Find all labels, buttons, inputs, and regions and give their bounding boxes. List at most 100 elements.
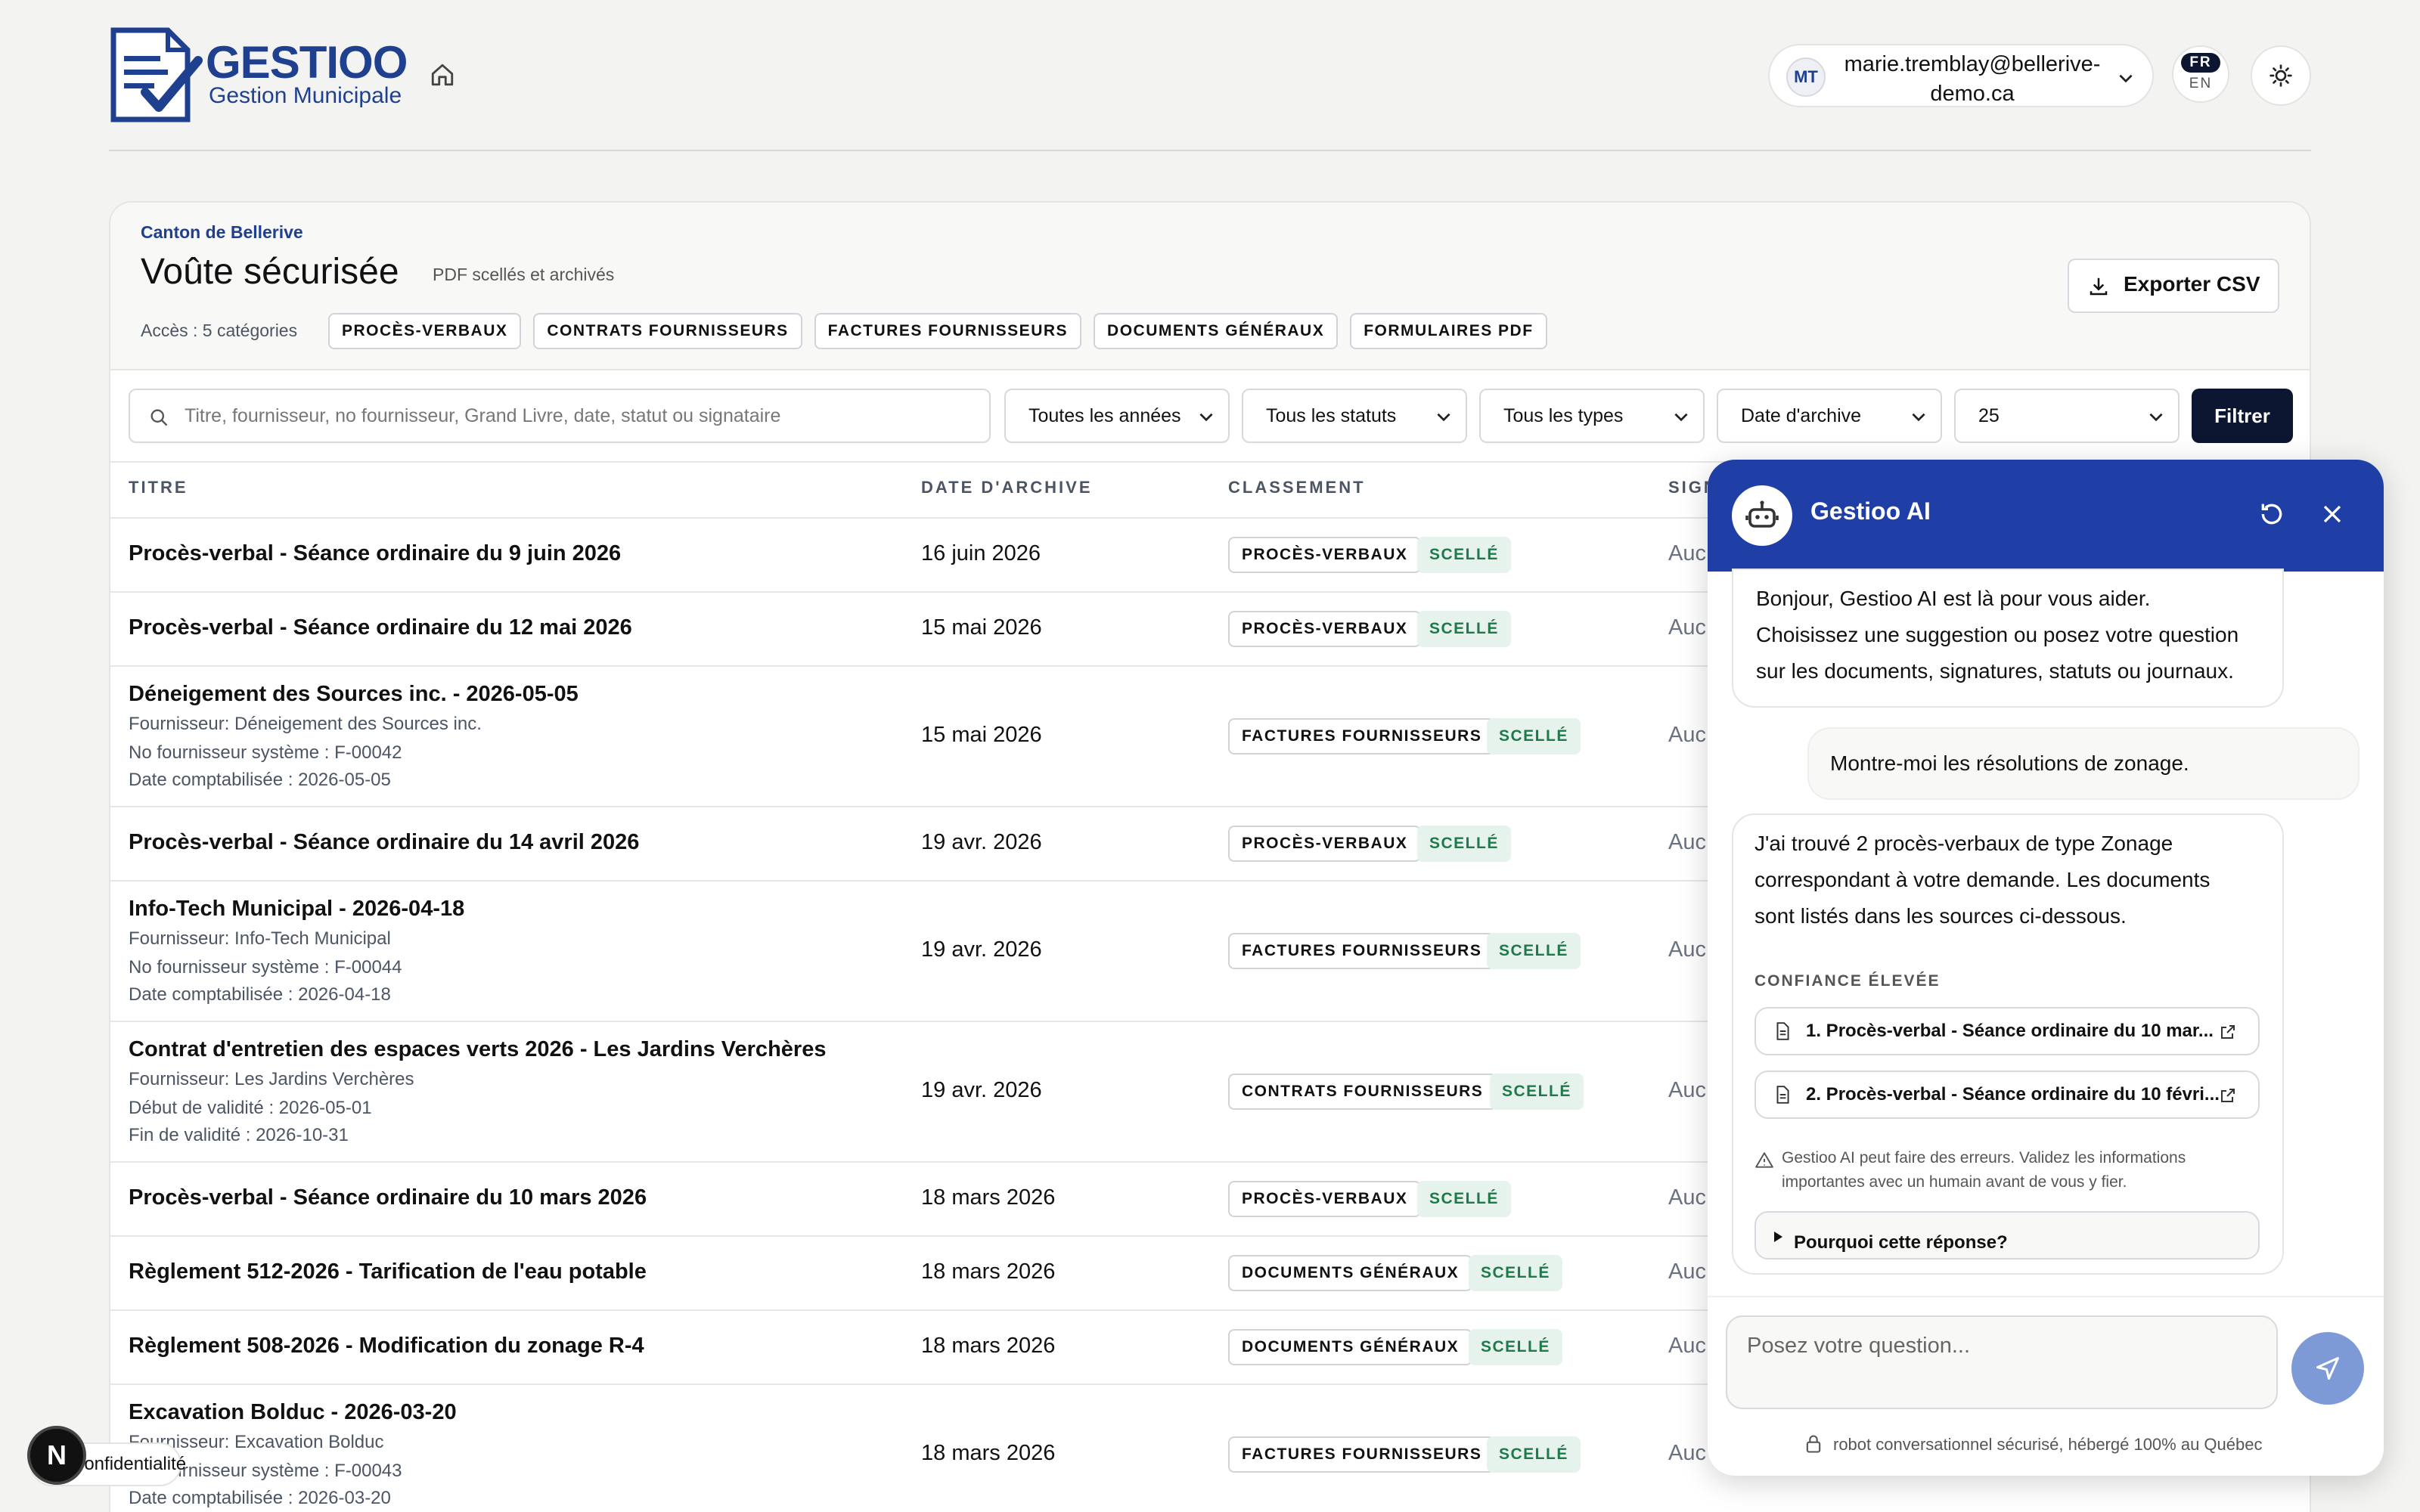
page-subtitle: PDF scellés et archivés — [433, 265, 615, 284]
external-link-icon — [2221, 1089, 2235, 1102]
org-name: Canton de Bellerive — [141, 222, 303, 242]
class-tag: DOCUMENTS GÉNÉRAUX — [1228, 1329, 1473, 1365]
per-page-select[interactable]: 25 — [1954, 389, 2180, 443]
class-tag: PROCÈS-VERBAUX — [1228, 611, 1422, 647]
access-label: Accès : 5 catégories — [141, 321, 298, 340]
type-select[interactable]: Tous les types — [1479, 389, 1705, 443]
user-email: marie.tremblay@bellerive-demo.ca — [1844, 52, 2101, 106]
status-badge: SCELLÉ — [1417, 611, 1511, 647]
bot-answer: J'ai trouvé 2 procès-verbaux de type Zon… — [1732, 813, 2284, 1275]
row-date: 19 avr. 2026 — [921, 830, 1042, 854]
home-button[interactable] — [430, 62, 455, 88]
row-supplier: Fournisseur: Les Jardins Verchères — [129, 1069, 414, 1089]
export-csv-button[interactable]: Exporter CSV — [2068, 259, 2279, 313]
status-select[interactable]: Tous les statuts — [1242, 389, 1467, 443]
category-tag: FORMULAIRES PDF — [1350, 313, 1547, 349]
framework-badge[interactable]: N — [27, 1426, 86, 1485]
row-title: Procès-verbal - Séance ordinaire du 9 ju… — [129, 541, 622, 565]
download-icon — [2090, 277, 2108, 296]
chevron-down-icon — [2149, 413, 2163, 422]
class-tag: PROCÈS-VERBAUX — [1228, 826, 1422, 862]
row-title: Procès-verbal - Séance ordinaire du 12 m… — [129, 615, 632, 640]
lang-en: EN — [2189, 76, 2213, 91]
send-icon — [2316, 1357, 2339, 1380]
status-badge: SCELLÉ — [1487, 1436, 1581, 1473]
row-validity-end: Fin de validité : 2026-10-31 — [129, 1125, 349, 1145]
row-supplier-number: No fournisseur système : F-00042 — [129, 742, 402, 763]
row-title: Excavation Bolduc - 2026-03-20 — [129, 1400, 457, 1424]
row-accounting-date: Date comptabilisée : 2026-03-20 — [129, 1488, 391, 1508]
row-signature: Auc — [1668, 1259, 1706, 1284]
home-icon — [431, 64, 454, 86]
search-placeholder: Titre, fournisseur, no fournisseur, Gran… — [185, 405, 781, 426]
divider — [1708, 1296, 2384, 1297]
chevron-down-icon — [2119, 74, 2133, 83]
document-check-icon — [110, 27, 203, 122]
search-input[interactable]: Titre, fournisseur, no fournisseur, Gran… — [129, 389, 991, 443]
chevron-down-icon — [1199, 413, 1213, 422]
bot-message: Bonjour, Gestioo AI est là pour vous aid… — [1732, 569, 2284, 708]
category-tag: DOCUMENTS GÉNÉRAUX — [1094, 313, 1339, 349]
send-button[interactable] — [2291, 1332, 2364, 1405]
row-signature: Auc — [1668, 615, 1706, 640]
row-title: Info-Tech Municipal - 2026-04-18 — [129, 897, 465, 921]
column-header-date: DATE D'ARCHIVE — [921, 478, 1093, 497]
triangle-right-icon — [1774, 1232, 1782, 1242]
row-signature: Auc — [1668, 937, 1706, 962]
chat-footer: robot conversationnel sécurisé, hébergé … — [1833, 1435, 2263, 1454]
ai-disclaimer: Gestioo AI peut faire des erreurs. Valid… — [1782, 1149, 2186, 1191]
source-link[interactable]: 2. Procès-verbal - Séance ordinaire du 1… — [1754, 1070, 2260, 1119]
brand-subtitle: Gestion Municipale — [209, 83, 402, 108]
row-title: Procès-verbal - Séance ordinaire du 14 a… — [129, 830, 640, 854]
chat-title: Gestioo AI — [1810, 497, 1931, 525]
lock-icon — [1806, 1435, 1821, 1453]
chat-header: Gestioo AI — [1708, 460, 2384, 572]
sort-select[interactable]: Date d'archive — [1717, 389, 1942, 443]
why-answer-toggle[interactable]: Pourquoi cette réponse? — [1754, 1211, 2260, 1259]
filter-button[interactable]: Filtrer — [2192, 389, 2293, 443]
category-tag: CONTRATS FOURNISSEURS — [533, 313, 802, 349]
class-tag: FACTURES FOURNISSEURS — [1228, 718, 1496, 754]
row-supplier-number: No fournisseur système : F-00044 — [129, 957, 402, 978]
row-date: 15 mai 2026 — [921, 723, 1042, 747]
user-message: Montre-moi les résolutions de zonage. — [1807, 727, 2360, 800]
row-date: 15 mai 2026 — [921, 615, 1042, 640]
status-badge: SCELLÉ — [1417, 1181, 1511, 1217]
status-badge: SCELLÉ — [1469, 1329, 1562, 1365]
app-logo[interactable]: GESTIOO Gestion Municipale — [109, 26, 411, 124]
status-badge: SCELLÉ — [1487, 933, 1581, 969]
row-date: 19 avr. 2026 — [921, 1078, 1042, 1102]
user-menu[interactable]: MT marie.tremblay@bellerive-demo.ca — [1768, 44, 2154, 107]
warning-icon — [1755, 1152, 1773, 1168]
robot-icon — [1745, 500, 1779, 528]
chevron-down-icon — [1674, 413, 1688, 422]
category-tag: PROCÈS-VERBAUX — [328, 313, 522, 349]
chat-panel: Gestioo AI Bonjour, Gestioo AI est là po… — [1708, 460, 2384, 1476]
row-accounting-date: Date comptabilisée : 2026-05-05 — [129, 770, 391, 790]
language-toggle[interactable]: FR EN — [2172, 45, 2229, 103]
class-tag: PROCÈS-VERBAUX — [1228, 1181, 1422, 1217]
status-badge: SCELLÉ — [1417, 537, 1511, 573]
sun-icon — [2270, 64, 2292, 87]
reset-icon[interactable] — [2257, 499, 2287, 529]
status-badge: SCELLÉ — [1469, 1255, 1562, 1291]
header-divider — [109, 150, 2311, 151]
status-badge: SCELLÉ — [1490, 1074, 1584, 1110]
column-header-class: CLASSEMENT — [1228, 478, 1366, 497]
row-date: 18 mars 2026 — [921, 1185, 1056, 1210]
source-link[interactable]: 1. Procès-verbal - Séance ordinaire du 1… — [1754, 1007, 2260, 1055]
row-date: 18 mars 2026 — [921, 1334, 1056, 1358]
category-tags: PROCÈS-VERBAUX CONTRATS FOURNISSEURS FACTU… — [328, 313, 1559, 349]
class-tag: CONTRATS FOURNISSEURS — [1228, 1074, 1497, 1110]
row-signature: Auc — [1668, 1334, 1706, 1358]
theme-toggle-button[interactable] — [2251, 45, 2311, 106]
brand-name: GESTIOO — [206, 37, 408, 88]
chat-input[interactable]: Posez votre question... — [1726, 1315, 2278, 1409]
category-tag: FACTURES FOURNISSEURS — [814, 313, 1082, 349]
row-signature: Auc — [1668, 1441, 1706, 1465]
year-select[interactable]: Toutes les années — [1004, 389, 1230, 443]
class-tag: DOCUMENTS GÉNÉRAUX — [1228, 1255, 1473, 1291]
row-supplier: Fournisseur: Info-Tech Municipal — [129, 928, 391, 949]
row-date: 19 avr. 2026 — [921, 937, 1042, 962]
close-icon[interactable] — [2317, 499, 2347, 529]
